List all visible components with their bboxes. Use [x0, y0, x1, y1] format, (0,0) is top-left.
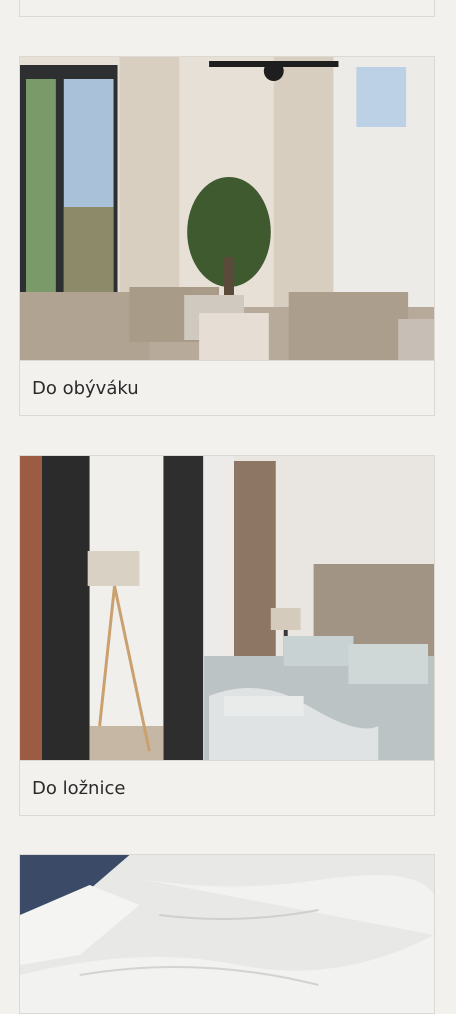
bedding-photo: [20, 855, 434, 1013]
category-card-living-room[interactable]: Do obýváku: [19, 56, 435, 416]
living-room-photo: [20, 57, 434, 360]
category-card-partial-bottom[interactable]: [19, 854, 435, 1014]
category-card-label: Do ložnice: [20, 760, 434, 815]
category-card-partial[interactable]: [19, 0, 435, 17]
bedroom-photo: [20, 456, 434, 760]
category-card-label: [20, 0, 434, 16]
category-card-label: Do obýváku: [20, 360, 434, 415]
category-card-bedroom[interactable]: Do ložnice: [19, 455, 435, 816]
